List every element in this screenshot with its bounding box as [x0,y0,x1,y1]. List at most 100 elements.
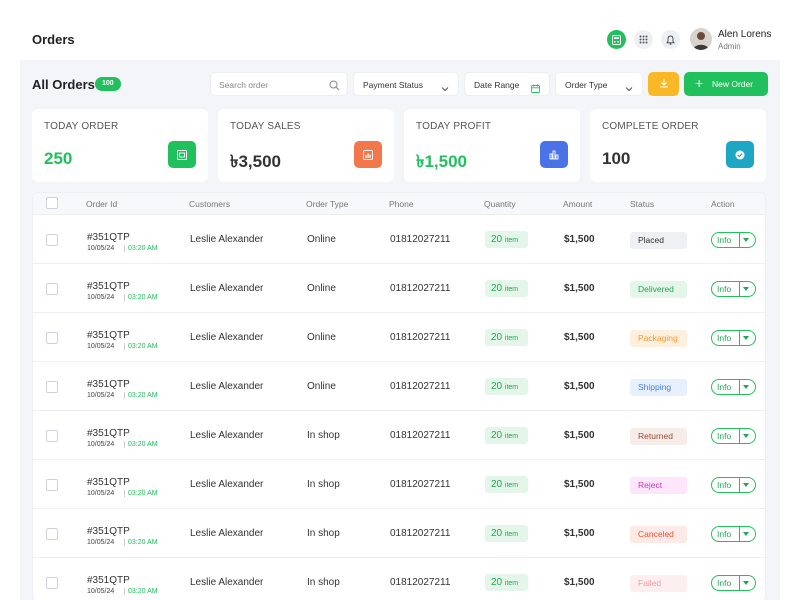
order-type-dropdown[interactable]: Order Type [555,72,643,96]
quantity-badge: 20 item [485,525,528,542]
user-role: Admin [718,42,741,51]
action-divider [739,233,740,247]
info-label: Info [717,431,732,441]
quantity-value: 20 [491,430,503,441]
order-type-label: Order Type [565,80,608,90]
payment-status-dropdown[interactable]: Payment Status [353,72,459,96]
info-action-button[interactable]: Info [711,330,756,346]
order-type: Online [307,283,336,294]
chevron-down-icon [441,80,449,98]
table-header: Order Id Customers Order Type Phone Quan… [33,193,765,215]
row-checkbox[interactable] [46,283,58,295]
caret-down-icon[interactable] [743,238,749,242]
quantity-unit: item [504,580,519,587]
new-order-button[interactable]: + New Order [684,72,768,96]
page-title: Orders [32,32,75,47]
order-id: #351QTP [87,330,130,341]
order-date: 10/05/24 [87,539,115,546]
row-checkbox[interactable] [46,577,58,589]
date-range-dropdown[interactable]: Date Range [464,72,550,96]
order-id: #351QTP [87,477,130,488]
info-action-button[interactable]: Info [711,477,756,493]
col-quantity: Quantity [484,199,516,209]
table-row[interactable]: #351QTP 10/05/24 03:20 AM Leslie Alexander I… [33,460,765,509]
order-amount: $1,500 [564,430,595,441]
quantity-badge: 20 item [485,427,528,444]
order-type: Online [307,332,336,343]
order-time: 03:20 AM [124,490,158,497]
caret-down-icon[interactable] [743,287,749,291]
top-icons [607,30,680,49]
order-time: 03:20 AM [124,588,158,595]
stat-card: TODAY ORDER 250 [32,109,208,182]
calendar-icon [531,80,540,98]
info-label: Info [717,480,732,490]
order-id: #351QTP [87,526,130,537]
apps-grid-icon[interactable] [634,30,653,49]
order-type: In shop [307,430,340,441]
order-type: In shop [307,479,340,490]
order-type: In shop [307,528,340,539]
status-badge: Delivered [630,281,687,298]
action-divider [739,478,740,492]
calculator-icon[interactable] [607,30,626,49]
col-amount: Amount [563,199,593,209]
info-action-button[interactable]: Info [711,428,756,444]
info-action-button[interactable]: Info [711,379,756,395]
caret-down-icon[interactable] [743,581,749,585]
table-row[interactable]: #351QTP 10/05/24 03:20 AM Leslie Alexander I… [33,509,765,558]
table-row[interactable]: #351QTP 10/05/24 03:20 AM Leslie Alexander O… [33,215,765,264]
quantity-badge: 20 item [485,231,528,248]
info-action-button[interactable]: Info [711,575,756,591]
row-checkbox[interactable] [46,234,58,246]
quantity-value: 20 [491,234,503,245]
info-label: Info [717,578,732,588]
row-checkbox[interactable] [46,332,58,344]
row-checkbox[interactable] [46,381,58,393]
check-badge-icon [726,141,754,168]
table-row[interactable]: #351QTP 10/05/24 03:20 AM Leslie Alexander O… [33,362,765,411]
date-range-label: Date Range [474,80,520,90]
status-badge: Shipping [630,379,687,396]
table-row[interactable]: #351QTP 10/05/24 03:20 AM Leslie Alexander O… [33,264,765,313]
quantity-unit: item [504,335,519,342]
bell-icon[interactable] [661,30,680,49]
avatar[interactable] [690,28,712,50]
caret-down-icon[interactable] [743,336,749,340]
search-input[interactable]: Search order [210,72,348,96]
quantity-badge: 20 item [485,476,528,493]
caret-down-icon[interactable] [743,385,749,389]
phone-number: 01812027211 [390,381,451,392]
order-amount: $1,500 [564,283,595,294]
row-checkbox[interactable] [46,528,58,540]
order-id: #351QTP [87,428,130,439]
info-action-button[interactable]: Info [711,232,756,248]
row-checkbox[interactable] [46,430,58,442]
orders-panel: All Orders 100 Search order Payment Stat… [20,60,780,600]
table-row[interactable]: #351QTP 10/05/24 03:20 AM Leslie Alexander O… [33,313,765,362]
quantity-unit: item [504,433,519,440]
status-badge: Failed [630,575,687,592]
caret-down-icon[interactable] [743,532,749,536]
customer-name: Leslie Alexander [190,528,264,539]
phone-number: 01812027211 [390,234,451,245]
order-date: 10/05/24 [87,245,115,252]
table-row[interactable]: #351QTP 10/05/24 03:20 AM Leslie Alexander I… [33,411,765,460]
info-action-button[interactable]: Info [711,526,756,542]
info-action-button[interactable]: Info [711,281,756,297]
new-order-label: New Order [712,79,754,89]
order-time: 03:20 AM [124,441,158,448]
phone-number: 01812027211 [390,430,451,441]
order-type: In shop [307,577,340,588]
table-row[interactable]: #351QTP 10/05/24 03:20 AM Leslie Alexander I… [33,558,765,600]
order-id: #351QTP [87,281,130,292]
order-date: 10/05/24 [87,588,115,595]
order-time: 03:20 AM [124,539,158,546]
caret-down-icon[interactable] [743,483,749,487]
quantity-unit: item [504,384,519,391]
select-all-checkbox[interactable] [46,197,58,209]
download-button[interactable] [648,72,679,96]
row-checkbox[interactable] [46,479,58,491]
caret-down-icon[interactable] [743,434,749,438]
status-badge: Returned [630,428,687,445]
